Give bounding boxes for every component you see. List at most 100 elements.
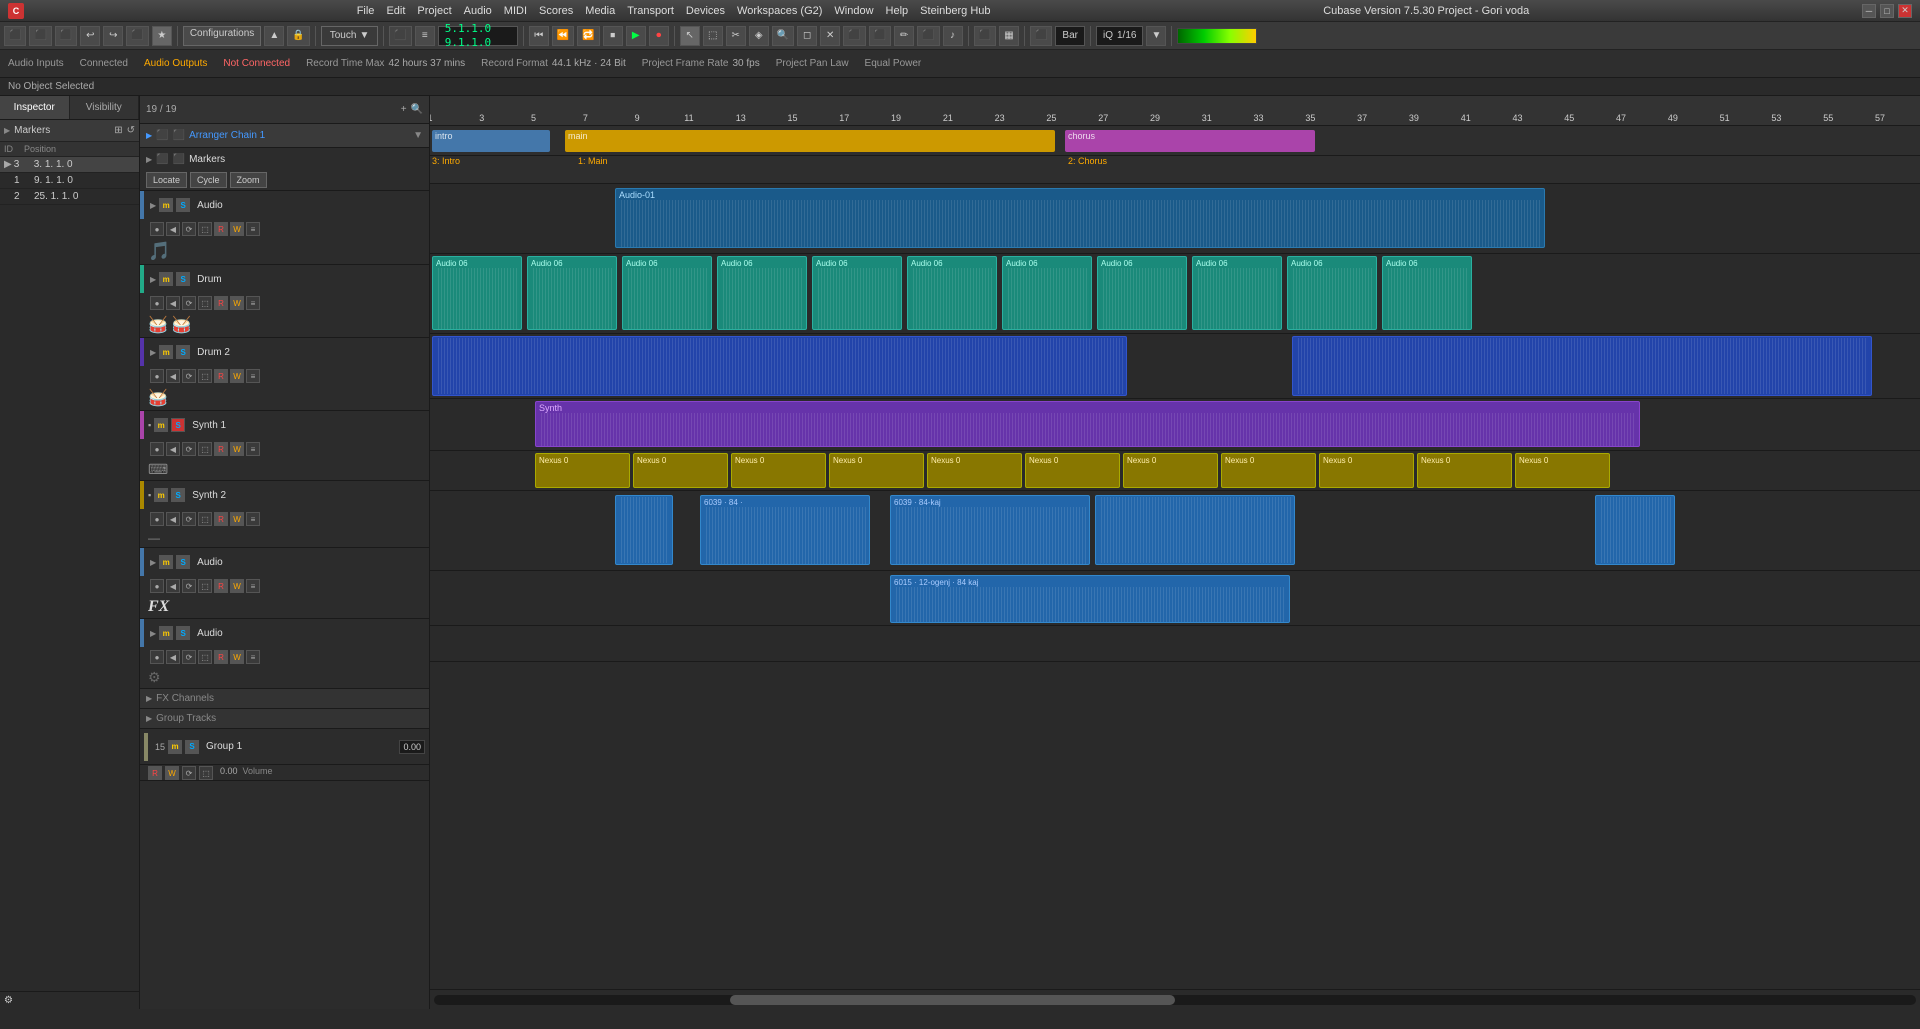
arranger-name[interactable]: Arranger Chain 1 — [189, 130, 409, 141]
arranger-block-chorus[interactable]: chorus — [1065, 130, 1315, 152]
toolbar-btn-undo[interactable]: ↩ — [80, 26, 100, 46]
solo-btn-synth1[interactable]: S — [171, 418, 185, 432]
audio2-block-3[interactable] — [1095, 495, 1295, 565]
tool-9[interactable]: ✏ — [894, 26, 914, 46]
solo-btn-audio2[interactable]: S — [176, 555, 190, 569]
drum-tc-3[interactable]: ⟳ — [182, 296, 196, 310]
synth2-tc-2[interactable]: ◀ — [166, 512, 180, 526]
synth1-tc-2[interactable]: ◀ — [166, 442, 180, 456]
tracks-container[interactable]: intro main chorus 3: Intro 1: Main 2: Ch… — [430, 126, 1920, 989]
solo-btn-group[interactable]: S — [185, 740, 199, 754]
menu-media[interactable]: Media — [585, 5, 615, 17]
tool-10[interactable]: ⬛ — [917, 26, 939, 46]
audio-outputs-info[interactable]: Audio Outputs — [144, 58, 207, 69]
bottom-scrollbar-bar[interactable] — [430, 989, 1920, 1009]
connected-info[interactable]: Connected — [80, 58, 128, 69]
zoom-btn[interactable]: Zoom — [230, 172, 267, 188]
mute-btn-audio1[interactable]: m — [159, 198, 173, 212]
synth2-block-2[interactable]: Nexus 0 — [731, 453, 826, 488]
marker-row-1[interactable]: ▶ 3 3. 1. 1. 0 — [0, 157, 139, 173]
add-track-btn[interactable]: + — [401, 104, 407, 115]
arranger-btn[interactable]: ▼ — [413, 130, 423, 141]
synth1-tc-r[interactable]: R — [214, 442, 228, 456]
audio3-tc-r[interactable]: R — [214, 650, 228, 664]
synth2-block-9[interactable]: Nexus 0 — [1417, 453, 1512, 488]
toolbar-snap[interactable]: ⬛ — [974, 26, 996, 46]
toolbar-btn-1[interactable]: ⬛ — [4, 26, 26, 46]
audio3-tc-w[interactable]: W — [230, 650, 244, 664]
audio3-tc-1[interactable]: ● — [150, 650, 164, 664]
tool-range[interactable]: ⬚ — [703, 26, 723, 46]
drum-block-5[interactable]: Audio 06 — [907, 256, 997, 330]
track-name-drum[interactable]: Drum — [197, 274, 425, 285]
synth2-block-6[interactable]: Nexus 0 — [1123, 453, 1218, 488]
solo-btn-audio1[interactable]: S — [176, 198, 190, 212]
mute-btn-audio3[interactable]: m — [159, 626, 173, 640]
horizontal-scrollbar[interactable] — [434, 995, 1916, 1005]
tc-btn-5[interactable]: ≡ — [246, 222, 260, 236]
audio2-tc-r[interactable]: R — [214, 579, 228, 593]
audio3-block[interactable]: 6015 · 12-ogenj · 84 kaj — [890, 575, 1290, 623]
drum-tc-4[interactable]: ⬚ — [198, 296, 212, 310]
track-name-audio2[interactable]: Audio — [197, 557, 425, 568]
drum-block-3[interactable]: Audio 06 — [717, 256, 807, 330]
tool-split[interactable]: ✂ — [726, 26, 746, 46]
audio-inputs-info[interactable]: Audio Inputs — [8, 58, 64, 69]
toolbar-grid[interactable]: ▦ — [999, 26, 1019, 46]
locate-btn[interactable]: Locate — [146, 172, 187, 188]
synth1-tc-w[interactable]: W — [230, 442, 244, 456]
tool-6[interactable]: ✕ — [820, 26, 840, 46]
menu-audio[interactable]: Audio — [464, 5, 492, 17]
arranger-block-main[interactable]: main — [565, 130, 1055, 152]
group-tc-3[interactable]: ⟳ — [182, 766, 196, 780]
synth1-block[interactable]: Synth — [535, 401, 1640, 447]
drum-tc-5[interactable]: ≡ — [246, 296, 260, 310]
synth2-block-0[interactable]: Nexus 0 — [535, 453, 630, 488]
menu-steinberg[interactable]: Steinberg Hub — [920, 5, 990, 17]
fx-expand[interactable]: ▶ — [146, 694, 152, 703]
tool-5[interactable]: ◻ — [797, 26, 817, 46]
arranger-expand[interactable]: ▶ — [146, 131, 152, 140]
drum2-tc-w[interactable]: W — [230, 369, 244, 383]
tc-btn-w[interactable]: W — [230, 222, 244, 236]
synth2-tc-5[interactable]: ≡ — [246, 512, 260, 526]
touch-mode-dropdown[interactable]: Touch ▼ — [321, 26, 379, 46]
audio2-tc-2[interactable]: ◀ — [166, 579, 180, 593]
tc-btn-2[interactable]: ◀ — [166, 222, 180, 236]
mute-btn-audio2[interactable]: m — [159, 555, 173, 569]
toolbar-btn-6[interactable]: ★ — [152, 26, 172, 46]
synth2-tc-4[interactable]: ⬚ — [198, 512, 212, 526]
track-name-audio3[interactable]: Audio — [197, 628, 425, 639]
audio2-block-0[interactable] — [615, 495, 673, 565]
tc-btn-4[interactable]: ⬚ — [198, 222, 212, 236]
synth1-tc-3[interactable]: ⟳ — [182, 442, 196, 456]
transport-stop[interactable]: ⏹ — [603, 26, 623, 46]
tab-inspector[interactable]: Inspector — [0, 96, 70, 119]
audio2-tc-5[interactable]: ≡ — [246, 579, 260, 593]
drum-tc-r[interactable]: R — [214, 296, 228, 310]
marker-btn-2[interactable]: ↺ — [127, 125, 135, 136]
transport-record[interactable]: ⏺ — [649, 26, 669, 46]
drum2-tc-5[interactable]: ≡ — [246, 369, 260, 383]
menu-edit[interactable]: Edit — [386, 5, 405, 17]
drum-block-9[interactable]: Audio 06 — [1287, 256, 1377, 330]
menu-midi[interactable]: MIDI — [504, 5, 527, 17]
drum2-block-1[interactable] — [1292, 336, 1872, 396]
marker-btn-1[interactable]: ⊞ — [114, 125, 122, 136]
synth2-tc-w[interactable]: W — [230, 512, 244, 526]
tool-select[interactable]: ↖ — [680, 26, 700, 46]
synth2-block-8[interactable]: Nexus 0 — [1319, 453, 1414, 488]
tc-btn-3[interactable]: ⟳ — [182, 222, 196, 236]
drum-block-0[interactable]: Audio 06 — [432, 256, 522, 330]
menu-devices[interactable]: Devices — [686, 5, 725, 17]
synth2-block-3[interactable]: Nexus 0 — [829, 453, 924, 488]
maximize-button[interactable]: □ — [1880, 4, 1894, 18]
toolbar-auto1[interactable]: ⬛ — [1030, 26, 1052, 46]
synth1-tc-4[interactable]: ⬚ — [198, 442, 212, 456]
group-tc-r[interactable]: R — [148, 766, 162, 780]
solo-btn-drum[interactable]: S — [176, 272, 190, 286]
audio2-tc-3[interactable]: ⟳ — [182, 579, 196, 593]
mute-btn-drum[interactable]: m — [159, 272, 173, 286]
drum-block-2[interactable]: Audio 06 — [622, 256, 712, 330]
toolbar-btn-5[interactable]: ⬛ — [126, 26, 148, 46]
